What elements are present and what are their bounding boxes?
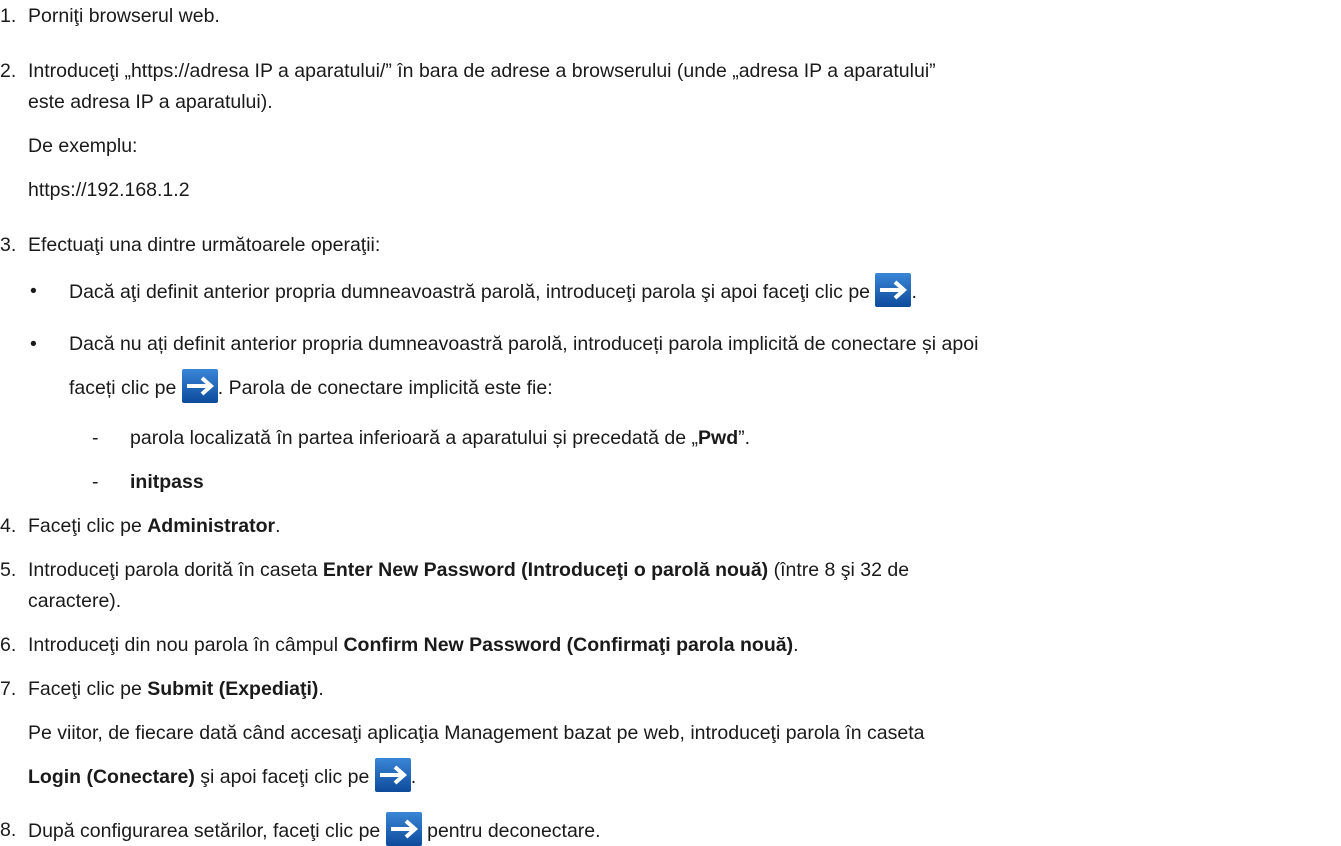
step-number: 5. bbox=[0, 559, 17, 581]
bullet-text: faceți clic pe bbox=[69, 377, 177, 400]
step-number: 2. bbox=[0, 60, 17, 82]
step-text: Introduceţi parola dorită în caseta bbox=[28, 559, 323, 581]
bullet-2-line2: faceți clic pe . Parola de conectare imp… bbox=[69, 369, 553, 403]
sub-bold: initpass bbox=[130, 471, 204, 493]
step-text-end: (între 8 şi 32 de bbox=[768, 559, 910, 581]
bullet-marker: • bbox=[30, 280, 37, 302]
step-number: 6. bbox=[0, 634, 17, 656]
bullet-end: . bbox=[911, 281, 917, 304]
note-end: . bbox=[410, 766, 417, 789]
step-text-end: . bbox=[793, 634, 799, 656]
step-text: Faceţi clic pe bbox=[28, 515, 148, 537]
note-text: şi apoi faceţi clic pe bbox=[194, 766, 375, 789]
example-label: De exemplu: bbox=[28, 135, 138, 157]
step-number: 3. bbox=[0, 234, 17, 256]
login-arrow-icon bbox=[181, 369, 218, 403]
sub-text: parola localizată în partea inferioară a… bbox=[130, 427, 699, 449]
login-arrow-icon bbox=[374, 758, 411, 792]
step-number: 1. bbox=[0, 5, 17, 27]
step-bold: Enter New Password (Introduceţi o parolă… bbox=[322, 559, 769, 581]
logout-arrow-icon bbox=[385, 812, 422, 846]
step-text: Faceţi clic pe bbox=[28, 678, 148, 700]
step-text: Porniţi browserul web. bbox=[28, 5, 220, 27]
bullet-text-cont: . Parola de conectare implicită este fie… bbox=[217, 377, 553, 400]
dash-marker: - bbox=[92, 427, 99, 449]
sub-text-end: ”. bbox=[738, 427, 751, 449]
login-arrow-icon bbox=[875, 273, 912, 307]
step-2-line2: este adresa IP a aparatului). bbox=[28, 91, 273, 113]
step-bold: Confirm New Password (Confirmaţi parola … bbox=[343, 634, 794, 656]
bullet-text: Dacă nu ați definit anterior propria dum… bbox=[69, 333, 979, 355]
step-text: Efectuaţi una dintre următoarele operaţi… bbox=[28, 234, 381, 256]
step-text: După configurarea setărilor, faceţi clic… bbox=[28, 820, 386, 843]
step-number: 4. bbox=[0, 515, 17, 537]
step-number: 8. bbox=[0, 819, 17, 841]
step-7-note-line1: Pe viitor, de fiecare dată când accesaţi… bbox=[28, 722, 925, 744]
example-url: https://192.168.1.2 bbox=[28, 179, 190, 201]
note-bold: Login (Conectare) bbox=[28, 766, 195, 789]
sub-bold: Pwd bbox=[698, 427, 739, 449]
step-text-end: . bbox=[275, 515, 281, 537]
step-bold: Administrator bbox=[147, 515, 276, 537]
dash-marker: - bbox=[92, 471, 99, 493]
step-text-end: pentru deconectare. bbox=[421, 820, 601, 843]
bullet-marker: • bbox=[30, 333, 37, 355]
step-bold: Submit (Expediaţi) bbox=[147, 678, 319, 700]
step-5-line2: caractere). bbox=[28, 590, 122, 612]
bullet-text: Dacă aţi definit anterior propria dumnea… bbox=[69, 281, 871, 304]
step-text: Introduceţi „https://adresa IP a aparatu… bbox=[28, 60, 936, 82]
step-7-note-line2: Login (Conectare) şi apoi faceţi clic pe… bbox=[28, 758, 417, 792]
step-text: Introduceţi din nou parola în câmpul bbox=[28, 634, 344, 656]
step-text-end: . bbox=[318, 678, 324, 700]
step-number: 7. bbox=[0, 678, 17, 700]
